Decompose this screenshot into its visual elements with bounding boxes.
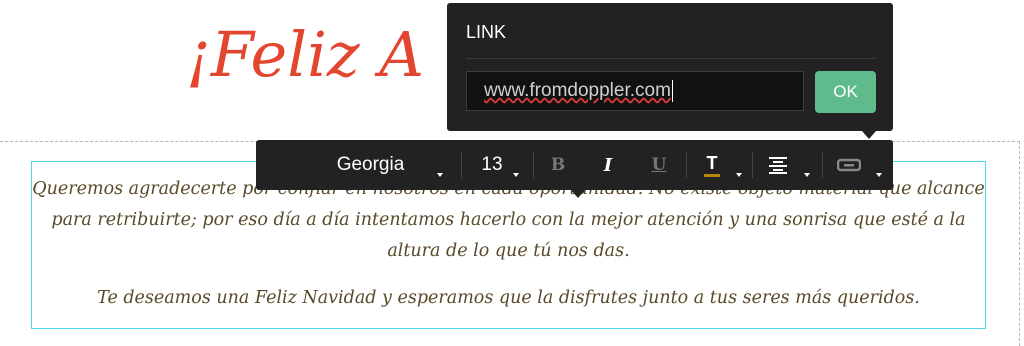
chevron-down-icon [876, 173, 882, 177]
italic-icon: I [603, 154, 613, 176]
toolbar-divider [533, 152, 534, 178]
dialog-pointer [862, 131, 876, 139]
link-url-input[interactable]: www.fromdoppler.com [466, 71, 804, 111]
font-size-dropdown[interactable]: 13 [466, 140, 530, 190]
underline-icon: U [651, 155, 667, 175]
link-dialog-title: LINK [466, 22, 507, 42]
text-color-icon: T [706, 152, 718, 173]
toolbar-pointer [571, 190, 585, 198]
chevron-down-icon [513, 173, 519, 177]
chevron-down-icon [804, 173, 810, 177]
link-icon [837, 158, 861, 172]
toolbar-divider [686, 152, 687, 178]
link-url-value: www.fromdoppler.com [484, 80, 671, 101]
align-center-icon [769, 157, 787, 174]
toolbar-divider [752, 152, 753, 178]
bold-icon: B [550, 155, 566, 175]
body-paragraph-2[interactable]: Te deseamos una Feliz Navidad y esperamo… [32, 283, 985, 314]
font-family-dropdown[interactable]: Georgia [296, 140, 461, 190]
ok-button[interactable]: OK [815, 71, 876, 113]
text-cursor [671, 80, 673, 102]
text-color-swatch [704, 173, 720, 177]
link-dropdown[interactable] [826, 140, 888, 190]
dialog-divider [466, 58, 876, 59]
font-size-value: 13 [481, 154, 503, 175]
bold-button[interactable]: B [539, 140, 577, 190]
align-dropdown[interactable] [756, 140, 818, 190]
chevron-down-icon [736, 173, 742, 177]
chevron-down-icon [437, 173, 443, 177]
formatting-toolbar: Georgia 13 B I U T [256, 140, 893, 190]
font-family-value: Georgia [336, 154, 405, 175]
link-dialog: LINK www.fromdoppler.com OK [447, 3, 893, 131]
underline-button[interactable]: U [640, 140, 678, 190]
italic-button[interactable]: I [589, 140, 627, 190]
toolbar-divider [461, 152, 462, 178]
toolbar-divider [822, 152, 823, 178]
email-heading[interactable]: ¡Feliz A [186, 18, 424, 91]
text-color-dropdown[interactable]: T [692, 140, 748, 190]
